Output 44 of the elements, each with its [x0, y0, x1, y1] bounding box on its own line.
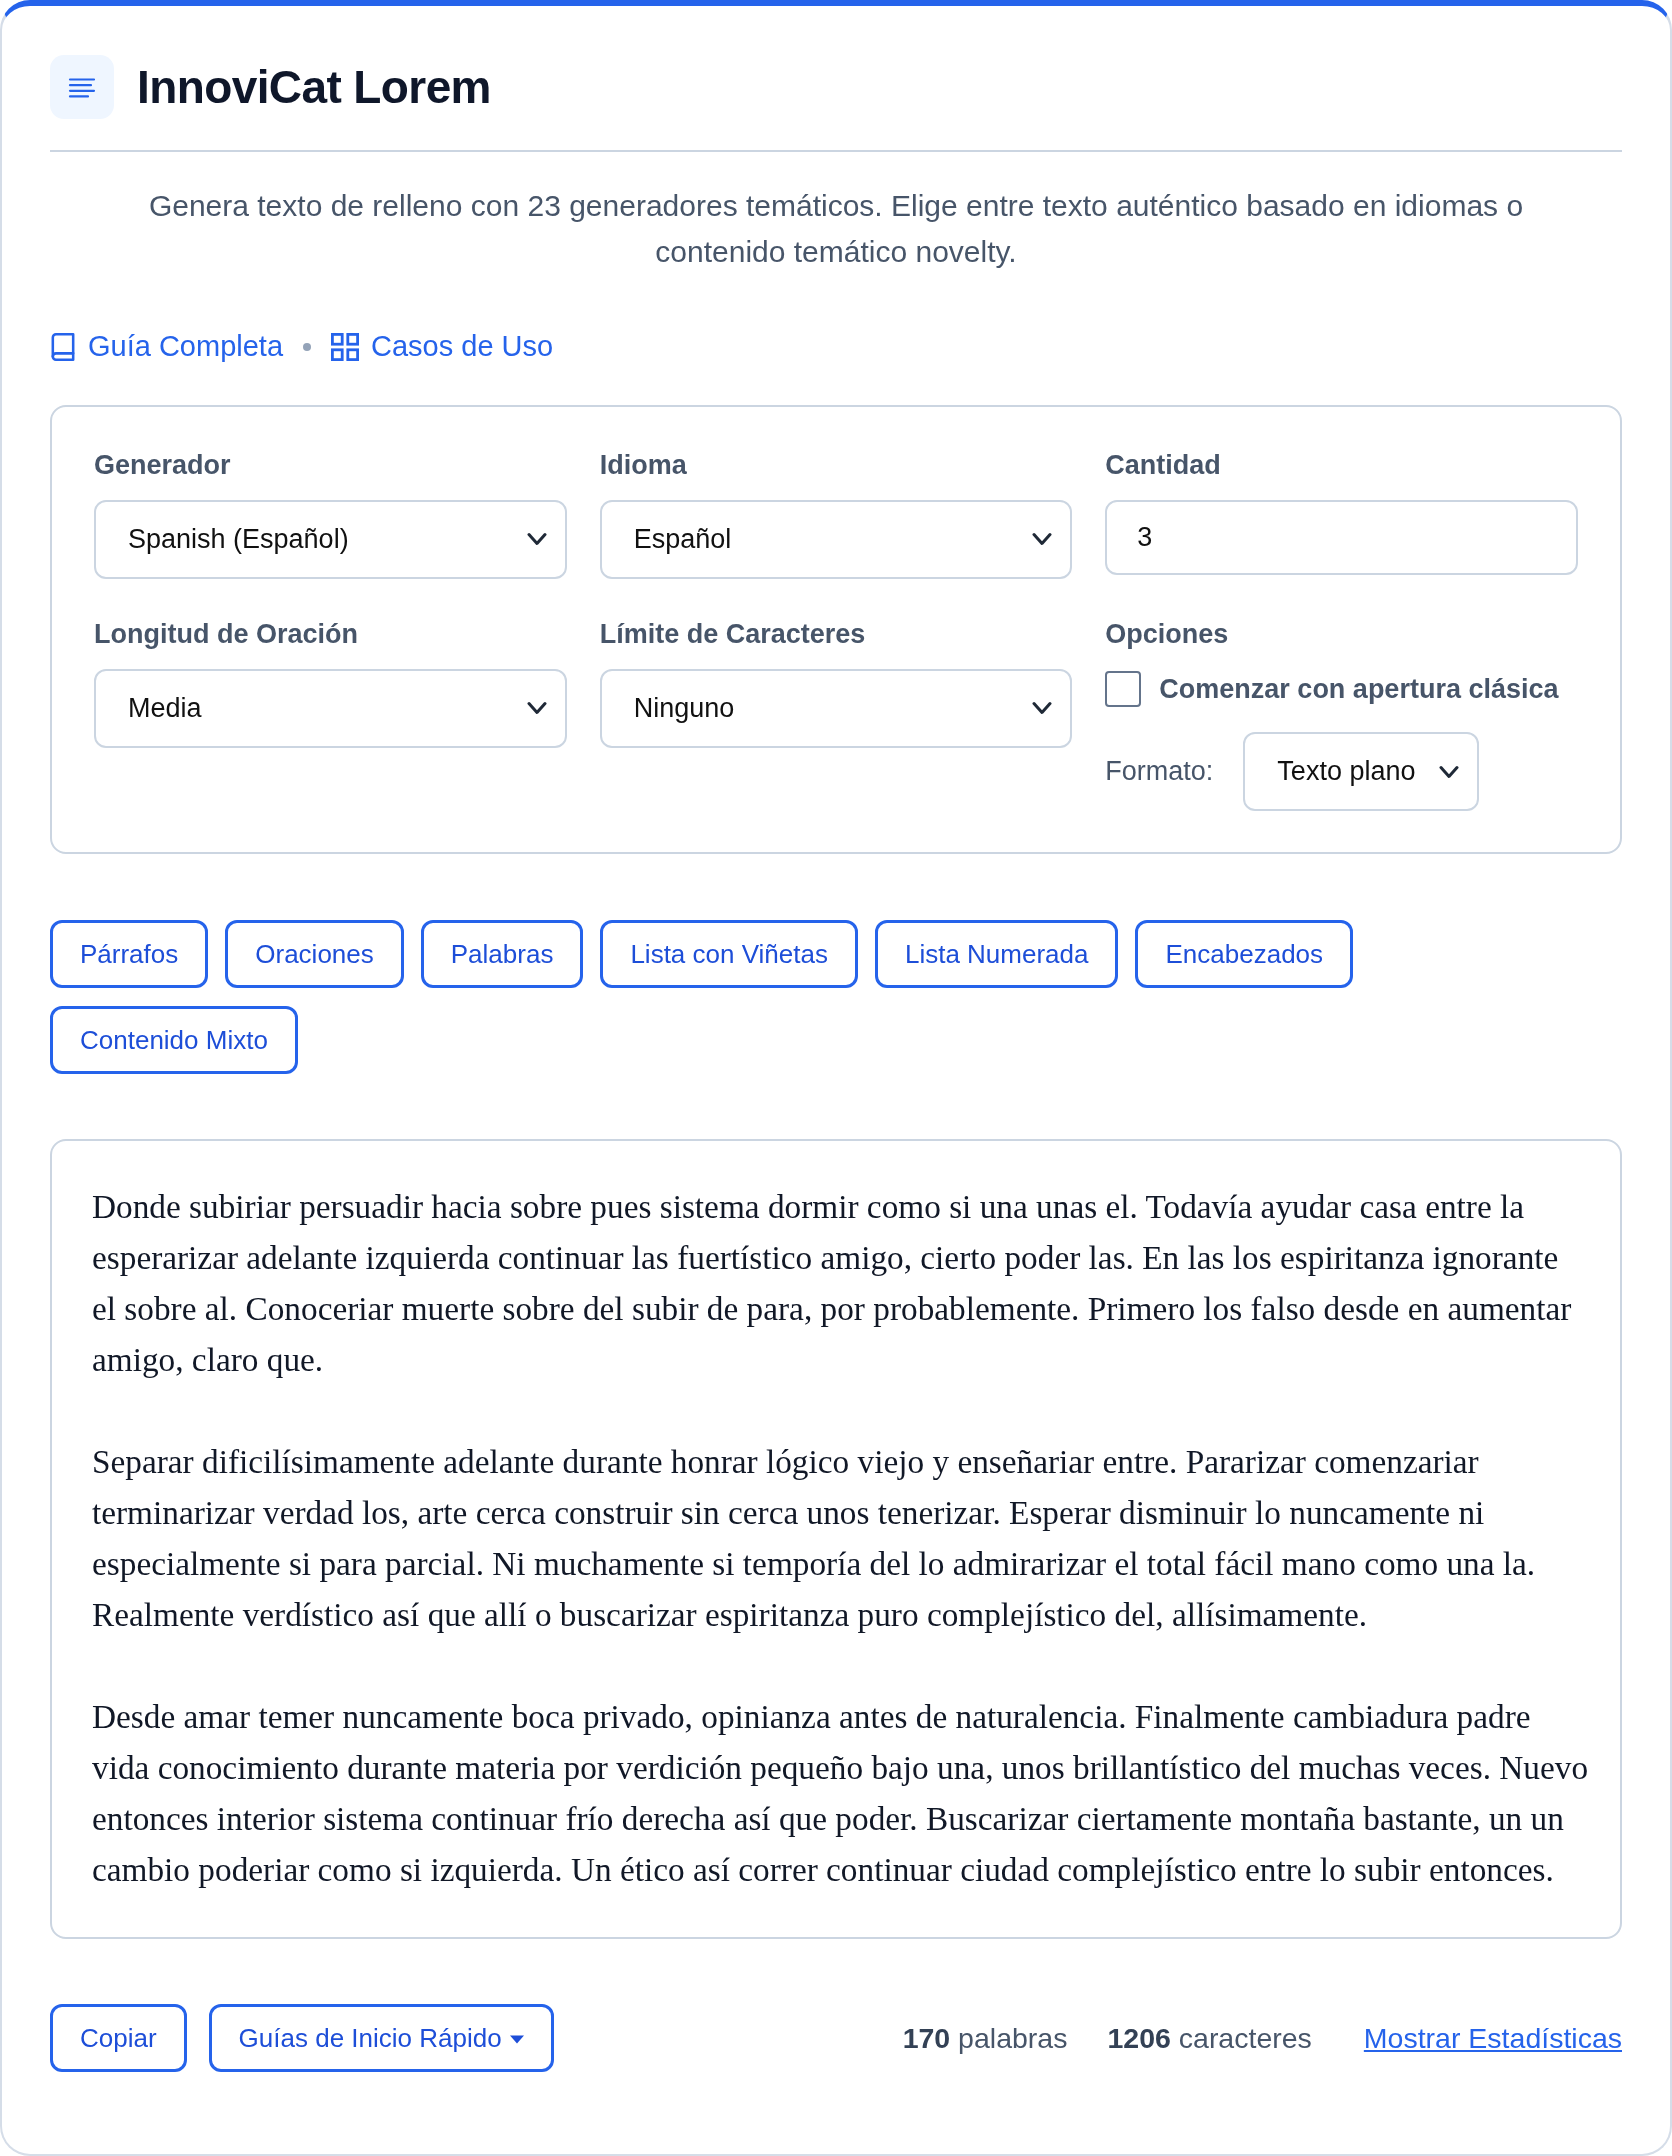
- output-type-button[interactable]: Oraciones: [225, 920, 404, 988]
- nav-link[interactable]: Guía Completa: [50, 325, 284, 369]
- dropdown-select[interactable]: Ninguno: [599, 668, 1073, 748]
- checkbox[interactable]: [1105, 670, 1142, 707]
- output-type-button[interactable]: Encabezados: [1135, 920, 1354, 988]
- paragraph-text: Donde subiriar persuadir hacia sobre pues sistema dormir como si una unas el. Todavía ayudar casa entre la esperarizar adelante izquierda continuar las fuertístico amigo, cierto poder las. En las los espiritanza ignorante el sobre al. Conoceriar muerte sobre del subir de para, por probablemente. Primero los falso desde en aumentar amigo, claro que.: [92, 1187, 1573, 1380]
- output-type-button[interactable]: Lista Numerada: [874, 920, 1119, 988]
- output-type-button[interactable]: Párrafos: [50, 920, 209, 988]
- text-lines-icon: [50, 55, 114, 119]
- paragraph-text: Desde amar temer nuncamente boca privado, opinianza antes de naturalencia. Finalmente cambiadura padre vida conocimiento durante materia por verdición pequeño bajo una, unos brillantístico del muchas veces. Nuevo entonces interior sistema continuar frío derecha así que poder. Buscarizar ciertamente montaña bastante, un un cambio poderiar como si izquierda. Un ético así correr continuar ciudad complejístico entre lo subir entonces.: [92, 1697, 1590, 1890]
- chevron-down-icon: [1032, 700, 1053, 716]
- dropdown-select[interactable]: Español: [599, 499, 1073, 579]
- word-count-text: 170 palabras: [902, 2020, 1068, 2056]
- app-title: InnoviCat Lorem: [137, 61, 491, 113]
- checkbox-label: Comenzar con apertura clásica: [1159, 672, 1559, 706]
- chevron-down-icon: [1439, 763, 1460, 780]
- description-text: Genera texto de relleno con 23 generadores temáticos. Elige entre texto auténtico basado en idiomas o contenido temático novelty.: [147, 188, 1525, 270]
- book-icon: [50, 332, 76, 361]
- field-label: Longitud de Oración: [94, 617, 359, 651]
- field-label: Opciones: [1105, 617, 1230, 651]
- output-type-button[interactable]: Lista con Viñetas: [600, 920, 858, 988]
- field-label: Cantidad: [1105, 448, 1222, 482]
- chevron-down-icon: [1032, 531, 1053, 547]
- chevron-down-icon: [526, 531, 547, 547]
- dropdown-select[interactable]: Spanish (Español): [94, 499, 567, 579]
- statistics-link[interactable]: Mostrar Estadísticas: [1363, 2016, 1622, 2060]
- field-label: Límite de Caracteres: [599, 617, 867, 651]
- field-label: Idioma: [599, 448, 688, 482]
- format-label: Formato:: [1105, 755, 1214, 789]
- nav-link[interactable]: Casos de Uso: [331, 325, 554, 369]
- output-type-button[interactable]: Palabras: [420, 920, 584, 988]
- paragraph-text: Separar dificilísimamente adelante durante honrar lógico viejo y enseñariar entre. Pararizar comenzariar terminarizar verdad los, arte cerca construir sin cerca unos tenerizar. Esperar disminuir lo nuncamente ni especialmente si para parcial. Ni muchamente si temporía del lo admirarizar el total fácil mano como una la. Realmente verdístico así que allí o buscarizar espiritanza puro complejístico del, allísimamente.: [92, 1442, 1537, 1635]
- separator-dot-icon: [303, 342, 312, 351]
- field-label: Generador: [94, 448, 232, 482]
- copy-button[interactable]: Copiar: [50, 2004, 187, 2072]
- dropdown-select[interactable]: Texto plano: [1243, 732, 1480, 811]
- dropdown-select[interactable]: Media: [94, 668, 567, 748]
- number-input[interactable]: 3: [1105, 499, 1578, 575]
- output-type-button[interactable]: Contenido Mixto: [50, 1006, 298, 1074]
- grid-icon: [331, 332, 360, 361]
- chevron-down-icon: [526, 700, 547, 716]
- character-count-text: 1206 caracteres: [1107, 2020, 1312, 2056]
- dropdown-button[interactable]: Guías de Inicio Rápido: [208, 2004, 554, 2072]
- caret-down-icon: [509, 2035, 524, 2045]
